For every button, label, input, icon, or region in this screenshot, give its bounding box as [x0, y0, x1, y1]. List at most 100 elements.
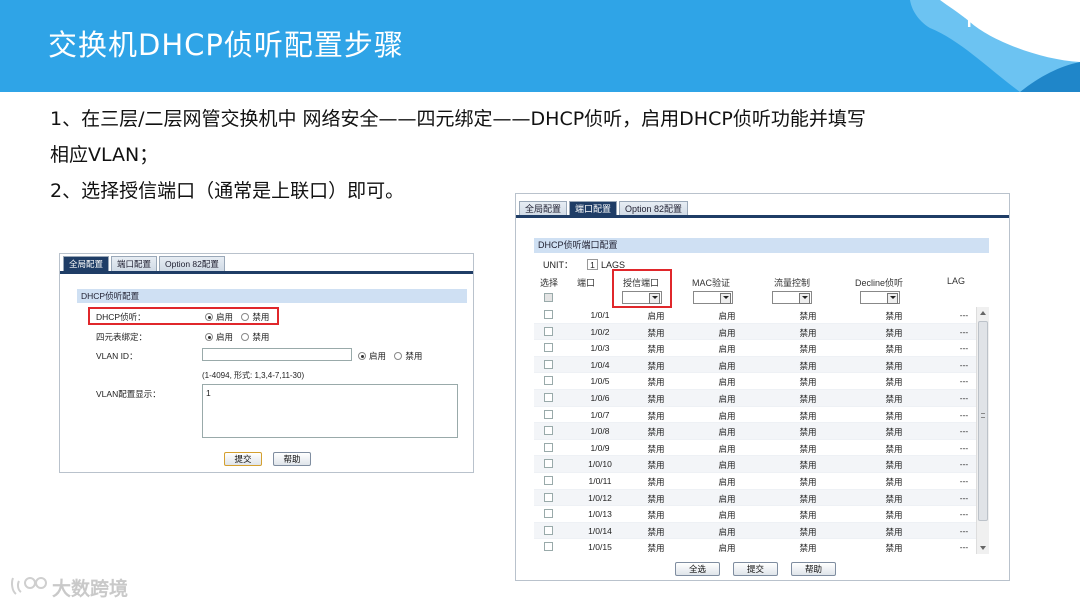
- global-config-panel: 全局配置 端口配置 Option 82配置 DHCP侦听配置 DHCP侦听： 启…: [59, 253, 474, 473]
- cell-mac-verify: 启用: [718, 360, 736, 371]
- table-scrollbar[interactable]: [976, 307, 989, 554]
- table-row[interactable]: 1/0/7 禁用 启用 禁用 禁用 ---: [534, 407, 981, 424]
- table-row[interactable]: 1/0/9 禁用 启用 禁用 禁用 ---: [534, 440, 981, 457]
- table-row[interactable]: 1/0/2 禁用 启用 禁用 禁用 ---: [534, 323, 981, 341]
- dhcp-enable-radio[interactable]: [205, 313, 213, 321]
- highlight-box-trusted-port: [612, 269, 672, 308]
- cell-port: 1/0/9: [590, 442, 610, 453]
- table-row[interactable]: 1/0/12 禁用 启用 禁用 禁用 ---: [534, 489, 981, 507]
- table-row[interactable]: 1/0/4 禁用 启用 禁用 禁用 ---: [534, 356, 981, 374]
- cell-decline-snoop: 禁用: [885, 410, 903, 421]
- cell-flow-control: 禁用: [799, 477, 817, 487]
- row-select-checkbox[interactable]: [544, 426, 553, 436]
- decline-snoop-select[interactable]: [860, 291, 900, 304]
- table-row[interactable]: 1/0/8 禁用 启用 禁用 禁用 ---: [534, 423, 981, 440]
- row-select-checkbox[interactable]: [544, 326, 553, 336]
- cell-mac-verify: 启用: [718, 344, 736, 355]
- submit-button[interactable]: 提交: [224, 452, 262, 466]
- cell-mac-verify: 启用: [718, 394, 736, 404]
- flow-control-select[interactable]: [772, 291, 812, 304]
- tab-global-config[interactable]: 全局配置: [63, 256, 110, 272]
- vlan-enable-radio[interactable]: [358, 352, 366, 360]
- instruction-line-3: 2、选择授信端口（通常是上联口）即可。: [50, 180, 405, 202]
- row-select-checkbox[interactable]: [544, 376, 553, 386]
- cell-flow-control: 禁用: [799, 526, 817, 537]
- chevron-down-icon: [723, 296, 729, 299]
- cell-mac-verify: 启用: [718, 510, 736, 521]
- vlan-id-input[interactable]: [202, 348, 352, 361]
- cell-port: 1/0/8: [590, 426, 610, 437]
- table-row[interactable]: 1/0/1 启用 启用 禁用 禁用 ---: [534, 307, 981, 324]
- cell-trusted-port: 禁用: [647, 493, 665, 504]
- help-button[interactable]: 帮助: [791, 562, 836, 576]
- cell-flow-control: 禁用: [799, 311, 817, 321]
- table-row[interactable]: 1/0/3 禁用 启用 禁用 禁用 ---: [534, 340, 981, 357]
- row-select-checkbox[interactable]: [544, 459, 553, 469]
- scroll-up-icon[interactable]: [980, 311, 986, 315]
- unit-label: UNIT：: [543, 260, 573, 270]
- cell-flow-control: 禁用: [799, 327, 817, 338]
- vlan-disable-radio[interactable]: [394, 352, 403, 360]
- row-select-checkbox[interactable]: [544, 525, 553, 535]
- row-select-checkbox[interactable]: [544, 492, 553, 502]
- mac-verify-select[interactable]: [693, 291, 733, 304]
- cell-flow-control: 禁用: [799, 493, 817, 504]
- vlan-display-textarea[interactable]: 1: [202, 384, 458, 438]
- row-select-checkbox[interactable]: [544, 442, 553, 452]
- row-select-checkbox[interactable]: [544, 393, 553, 402]
- chevron-down-icon: [890, 296, 896, 299]
- cell-trusted-port: 禁用: [647, 443, 665, 454]
- cell-flow-control: 禁用: [799, 410, 817, 421]
- tab-option82-config[interactable]: Option 82配置: [159, 256, 225, 272]
- page-title: 交换机DHCP侦听配置步骤: [48, 28, 404, 62]
- row-select-checkbox[interactable]: [544, 343, 553, 353]
- col-header-select: 选择: [539, 278, 558, 288]
- vlan-format-hint: (1-4094, 形式: 1,3,4-7,11-30): [202, 371, 305, 380]
- binding-disable-radio[interactable]: [241, 333, 250, 341]
- cell-port: 1/0/7: [590, 409, 610, 420]
- chevron-down-icon: [802, 296, 808, 299]
- cell-mac-verify: 启用: [718, 311, 736, 321]
- scroll-down-icon[interactable]: [980, 546, 986, 550]
- cell-trusted-port: 禁用: [647, 427, 665, 438]
- vlan-radio-group: 启用 禁用: [358, 350, 428, 362]
- table-row[interactable]: 1/0/5 禁用 启用 禁用 禁用 ---: [534, 373, 981, 390]
- dhcp-disable-radio[interactable]: [241, 313, 250, 321]
- select-all-button[interactable]: 全选: [675, 562, 720, 576]
- row-select-checkbox[interactable]: [544, 476, 553, 485]
- table-row[interactable]: 1/0/15 禁用 启用 禁用 禁用 ---: [534, 539, 981, 552]
- row-select-checkbox[interactable]: [544, 509, 553, 519]
- cell-decline-snoop: 禁用: [885, 394, 903, 404]
- cell-port: 1/0/11: [588, 476, 612, 486]
- cell-port: 1/0/12: [588, 492, 612, 503]
- row-select-checkbox[interactable]: [544, 409, 553, 419]
- scroll-thumb[interactable]: [978, 321, 988, 521]
- binding-enable-radio[interactable]: [205, 333, 213, 341]
- row-select-checkbox[interactable]: [544, 359, 553, 369]
- cell-port: 1/0/3: [590, 343, 610, 354]
- unit-1-box[interactable]: 1: [587, 259, 598, 270]
- cell-decline-snoop: 禁用: [885, 327, 903, 338]
- select-all-checkbox[interactable]: [544, 293, 553, 302]
- cell-mac-verify: 启用: [718, 477, 736, 487]
- tab-port-config[interactable]: 端口配置: [111, 256, 158, 272]
- table-row[interactable]: 1/0/6 禁用 启用 禁用 禁用 ---: [534, 390, 981, 407]
- cell-mac-verify: 启用: [718, 377, 736, 388]
- cell-flow-control: 禁用: [799, 360, 817, 371]
- table-row[interactable]: 1/0/10 禁用 启用 禁用 禁用 ---: [534, 456, 981, 473]
- row-select-checkbox[interactable]: [544, 542, 553, 552]
- table-row[interactable]: 1/0/13 禁用 启用 禁用 禁用 ---: [534, 506, 981, 523]
- watermark-text: 大数跨境: [52, 578, 129, 600]
- cell-mac-verify: 启用: [718, 443, 736, 454]
- table-row[interactable]: 1/0/11 禁用 启用 禁用 禁用 ---: [534, 473, 981, 490]
- help-button[interactable]: 帮助: [273, 452, 311, 466]
- cell-port: 1/0/6: [590, 393, 610, 403]
- vlan-id-label: VLAN ID：: [96, 351, 138, 361]
- cell-trusted-port: 禁用: [647, 410, 665, 421]
- left-tab-bar: 全局配置 端口配置 Option 82配置: [60, 254, 225, 272]
- row-select-checkbox[interactable]: [544, 310, 553, 319]
- tp-link-logo: TP-LINK: [963, 12, 1038, 31]
- col-header-mac-verify: MAC验证: [692, 278, 730, 288]
- submit-button[interactable]: 提交: [733, 562, 778, 576]
- table-row[interactable]: 1/0/14 禁用 启用 禁用 禁用 ---: [534, 522, 981, 540]
